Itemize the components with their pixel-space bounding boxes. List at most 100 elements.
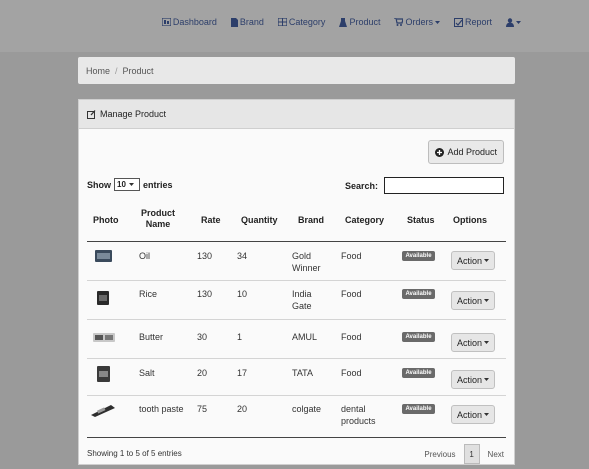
- column-header-rate[interactable]: Rate: [201, 215, 221, 226]
- nav-brand-label: Brand: [239, 17, 264, 27]
- cell-quantity: 34: [237, 251, 248, 261]
- chevron-down-icon: [128, 183, 134, 186]
- breadcrumb-current: Product: [122, 65, 154, 76]
- action-button[interactable]: Action: [451, 251, 495, 270]
- action-button-label: Action: [456, 255, 482, 266]
- nav-product-label: Product: [349, 17, 381, 27]
- category-icon: [277, 18, 287, 26]
- cell-rate: 130: [197, 251, 213, 261]
- cell-product-name: Salt: [139, 368, 155, 378]
- cell-quantity: 10: [237, 289, 248, 299]
- add-product-label: Add Product: [447, 147, 497, 157]
- chevron-down-icon: [484, 259, 489, 262]
- action-button[interactable]: Action: [451, 291, 495, 310]
- status-badge: Available: [402, 368, 435, 378]
- entries-select[interactable]: 10: [114, 178, 140, 191]
- column-header-options[interactable]: Options: [453, 215, 487, 226]
- column-header-status[interactable]: Status: [407, 215, 435, 226]
- pagination-next[interactable]: Next: [488, 450, 504, 459]
- search-label: Search:: [344, 180, 378, 191]
- nav-menu: Dashboard Brand Category Product Orders …: [161, 17, 521, 27]
- table-header-divider: [87, 241, 506, 242]
- action-button[interactable]: Action: [451, 370, 495, 389]
- cell-quantity: 20: [237, 404, 248, 414]
- cell-brand: Gold Winner: [292, 251, 321, 273]
- search-control: Search:: [345, 177, 504, 194]
- chevron-down-icon: [434, 20, 440, 24]
- cart-icon: [394, 18, 404, 26]
- cell-brand: AMUL: [292, 332, 318, 342]
- manage-product-panel: Manage Product Add Product Show 10 entri…: [78, 99, 515, 465]
- row-divider: [87, 395, 506, 396]
- nav-report[interactable]: Report: [453, 17, 492, 27]
- cell-rate: 75: [197, 404, 208, 414]
- cell-brand: colgate: [292, 404, 322, 414]
- cell-category: Food: [341, 251, 362, 261]
- dashboard-icon: [161, 18, 171, 26]
- nav-dashboard-label: Dashboard: [172, 17, 217, 27]
- cell-rate: 20: [197, 368, 208, 378]
- action-button[interactable]: Action: [451, 405, 495, 424]
- nav-orders[interactable]: Orders: [394, 17, 440, 27]
- table-info: Showing 1 to 5 of 5 entries: [87, 449, 182, 458]
- breadcrumb: Home / Product: [78, 57, 515, 84]
- cell-product-name: Oil: [139, 251, 150, 261]
- nav-orders-label: Orders: [405, 17, 433, 27]
- add-product-button[interactable]: Add Product: [428, 140, 504, 164]
- plus-circle-icon: [435, 147, 445, 157]
- cell-brand: India Gate: [292, 289, 312, 311]
- cell-brand: TATA: [292, 368, 313, 378]
- top-navbar: Dashboard Brand Category Product Orders …: [0, 0, 589, 52]
- column-header-category[interactable]: Category: [345, 215, 384, 226]
- column-header-quantity[interactable]: Quantity: [241, 215, 278, 226]
- report-icon: [453, 17, 463, 27]
- product-icon: [339, 17, 348, 27]
- action-button-label: Action: [456, 337, 482, 348]
- cell-category: Food: [341, 332, 362, 342]
- product-image-butter: [93, 333, 115, 342]
- length-control: Show 10 entries: [87, 178, 173, 191]
- nav-dashboard[interactable]: Dashboard: [161, 17, 217, 27]
- breadcrumb-home[interactable]: Home: [86, 66, 110, 76]
- nav-category[interactable]: Category: [277, 17, 325, 27]
- cell-product-name: tooth paste: [139, 404, 184, 414]
- chevron-down-icon: [484, 341, 489, 344]
- status-badge: Available: [402, 332, 435, 342]
- cell-product-name: Rice: [139, 289, 158, 299]
- search-input[interactable]: [384, 177, 504, 194]
- cell-rate: 130: [197, 289, 213, 299]
- action-button-label: Action: [456, 374, 482, 385]
- brand-icon: [230, 17, 238, 27]
- status-badge: Available: [402, 251, 435, 261]
- column-header-product-name[interactable]: Product Name: [139, 208, 177, 230]
- user-icon: [506, 17, 514, 27]
- panel-heading: Manage Product: [79, 100, 514, 129]
- cell-category: Food: [341, 289, 362, 299]
- chevron-down-icon: [516, 20, 521, 24]
- cell-quantity: 1: [237, 332, 243, 342]
- cell-quantity: 17: [237, 368, 248, 378]
- panel-title: Manage Product: [100, 109, 167, 119]
- cell-category: dental products: [341, 404, 376, 426]
- pagination-page[interactable]: 1: [463, 444, 480, 464]
- column-header-photo[interactable]: Photo: [93, 215, 119, 226]
- product-image-salt: [97, 366, 110, 382]
- action-button[interactable]: Action: [451, 333, 495, 352]
- cell-product-name: Butter: [139, 332, 164, 342]
- cell-category: Food: [341, 368, 362, 378]
- row-divider: [87, 280, 506, 281]
- nav-product[interactable]: Product: [339, 17, 380, 27]
- nav-brand[interactable]: Brand: [230, 17, 264, 27]
- status-badge: Available: [402, 404, 435, 414]
- pagination: Previous 1 Next: [424, 444, 504, 464]
- cell-rate: 30: [197, 332, 208, 342]
- nav-user-menu[interactable]: [506, 17, 521, 27]
- nav-report-label: Report: [464, 17, 492, 27]
- status-badge: Available: [402, 289, 435, 299]
- product-image-rice: [97, 291, 109, 305]
- column-header-brand[interactable]: Brand: [298, 215, 324, 226]
- pagination-previous[interactable]: Previous: [424, 450, 455, 459]
- row-divider: [87, 319, 506, 320]
- table-footer-divider: [87, 437, 506, 438]
- entries-select-value: 10: [117, 180, 126, 189]
